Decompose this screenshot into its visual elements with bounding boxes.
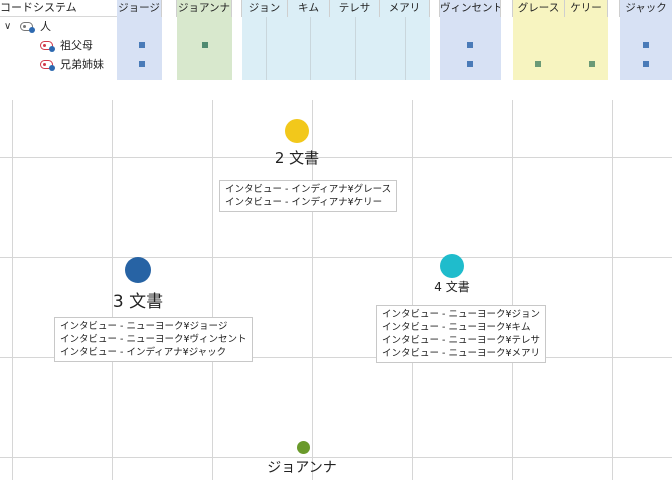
column-header-kelly[interactable]: ケリー <box>565 0 608 17</box>
node-label: 3 文書 <box>112 292 164 312</box>
matrix-cell-mark[interactable] <box>643 42 649 48</box>
tree-row-label: 兄弟姉妹 <box>60 58 104 71</box>
grid-line <box>266 17 267 80</box>
column-group-indiana: グレース ケリー <box>513 0 608 80</box>
tree-root-row[interactable]: ∨ 人 <box>0 17 117 36</box>
column-header[interactable]: ジャック <box>620 0 672 17</box>
code-system-header: コードシステム <box>0 0 117 17</box>
column-gap <box>608 0 620 80</box>
matrix-cell-mark[interactable] <box>535 61 541 67</box>
node-three-documents[interactable] <box>125 257 151 283</box>
tree-row-siblings[interactable]: 兄弟姉妹 <box>0 55 117 74</box>
document-map: 2 文書 インタビュー - インディアナ¥グレース インタビュー - インディア… <box>0 100 672 480</box>
matrix-cell-mark[interactable] <box>643 61 649 67</box>
column-gap-header <box>162 0 177 17</box>
document-item[interactable]: インタビュー - ニューヨーク¥ヴィンセント <box>60 333 247 346</box>
document-item[interactable]: インタビュー - インディアナ¥ケリー <box>225 196 391 209</box>
document-item[interactable]: インタビュー - ニューヨーク¥メアリ <box>382 347 540 360</box>
column-header[interactable]: ジョージ <box>117 0 162 17</box>
matrix-cell-mark[interactable] <box>589 61 595 67</box>
code-icon <box>40 60 55 71</box>
matrix-cell-mark[interactable] <box>139 42 145 48</box>
column-group-newyork: ジョン キム テレサ メアリ <box>242 0 430 80</box>
column-gap-header <box>430 0 440 17</box>
document-item[interactable]: インタビュー - ニューヨーク¥ジョン <box>382 308 540 321</box>
tree-row-label: 祖父母 <box>60 39 93 52</box>
column-header-john[interactable]: ジョン <box>242 0 288 17</box>
column-header-grace[interactable]: グレース <box>513 0 565 17</box>
node-joanna[interactable] <box>297 441 310 454</box>
column-header[interactable]: ジョアンナ <box>177 0 232 17</box>
column-header-kim[interactable]: キム <box>288 0 330 17</box>
column-vincent[interactable]: ヴィンセント <box>440 0 501 80</box>
matrix-cell-mark[interactable] <box>467 42 473 48</box>
document-item[interactable]: インタビュー - ニューヨーク¥ジョージ <box>60 320 247 333</box>
column-gap <box>430 0 440 80</box>
matrix-cell-mark[interactable] <box>202 42 208 48</box>
node-label: ジョアンナ <box>267 460 337 476</box>
node-label: 2 文書 <box>274 149 320 167</box>
column-gap <box>232 0 242 80</box>
node-four-documents[interactable] <box>440 254 464 278</box>
matrix-cell-mark[interactable] <box>467 61 473 67</box>
document-item[interactable]: インタビュー - インディアナ¥グレース <box>225 183 391 196</box>
code-group-icon <box>20 22 35 33</box>
document-item[interactable]: インタビュー - ニューヨーク¥キム <box>382 321 540 334</box>
grid-line <box>405 17 406 80</box>
chevron-down-icon[interactable]: ∨ <box>4 17 11 36</box>
column-header-mary[interactable]: メアリ <box>380 0 430 17</box>
column-gap-header <box>608 0 620 17</box>
column-gap-header <box>501 0 513 17</box>
matrix-cell-mark[interactable] <box>139 61 145 67</box>
document-item[interactable]: インタビュー - インディアナ¥ジャック <box>60 346 247 359</box>
column-gap <box>162 0 177 80</box>
column-jack[interactable]: ジャック <box>620 0 672 80</box>
document-list-box: インタビュー - ニューヨーク¥ジョン インタビュー - ニューヨーク¥キム イ… <box>376 305 547 363</box>
grid-line <box>0 257 672 258</box>
code-icon <box>40 41 55 52</box>
grid-line <box>310 17 311 80</box>
document-list-box: インタビュー - ニューヨーク¥ジョージ インタビュー - ニューヨーク¥ヴィン… <box>54 317 253 362</box>
tree-row-grandparents[interactable]: 祖父母 <box>0 36 117 55</box>
column-joanna[interactable]: ジョアンナ <box>177 0 232 80</box>
column-george[interactable]: ジョージ <box>117 0 162 80</box>
document-list-box: インタビュー - インディアナ¥グレース インタビュー - インディアナ¥ケリー <box>219 180 398 212</box>
grid-line <box>0 157 672 158</box>
grid-line <box>355 17 356 80</box>
column-gap-header <box>232 0 242 17</box>
column-gap <box>501 0 513 80</box>
column-header[interactable]: ヴィンセント <box>440 0 501 17</box>
document-item[interactable]: インタビュー - ニューヨーク¥テレサ <box>382 334 540 347</box>
code-matrix: コードシステム ジョージ ジョアンナ ジョン キム テレサ メアリ ヴィンセント… <box>0 0 672 80</box>
node-label: 4 文書 <box>434 280 470 294</box>
tree-root-label: 人 <box>40 20 51 33</box>
node-two-documents[interactable] <box>285 119 309 143</box>
column-header-teresa[interactable]: テレサ <box>330 0 380 17</box>
